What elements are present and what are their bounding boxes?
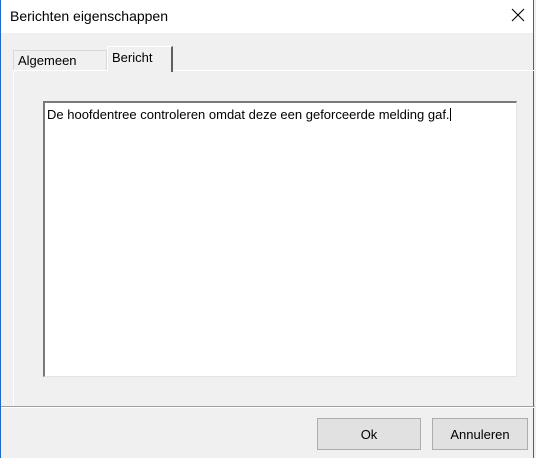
ok-button-label: Ok (360, 426, 378, 442)
tab-label: Bericht (112, 50, 153, 65)
message-text: De hoofdentree controleren omdat deze ee… (47, 107, 450, 122)
ok-button[interactable]: Ok (317, 418, 421, 450)
cancel-button[interactable]: Annuleren (432, 418, 528, 450)
title-bar[interactable]: Berichten eigenschappen (1, 0, 533, 33)
close-icon (511, 8, 525, 25)
cancel-button-label: Annuleren (450, 426, 510, 442)
tab-label: Algemeen (18, 53, 77, 68)
button-area-divider (1, 406, 535, 408)
message-textarea[interactable]: De hoofdentree controleren omdat deze ee… (43, 101, 517, 377)
dialog-window: Berichten eigenschappen Algemeen Bericht… (0, 0, 535, 458)
tab-algemeen[interactable]: Algemeen (13, 50, 107, 70)
text-caret (449, 108, 451, 121)
close-button[interactable] (503, 0, 533, 33)
tab-bericht[interactable]: Bericht (107, 46, 173, 72)
window-title: Berichten eigenschappen (10, 8, 169, 24)
